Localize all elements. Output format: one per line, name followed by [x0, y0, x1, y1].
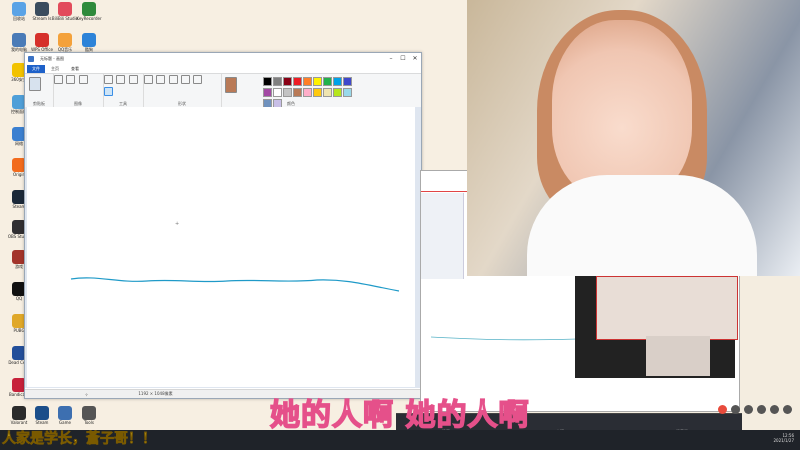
palette-swatch[interactable] — [343, 88, 352, 97]
obs-sidebar — [421, 193, 464, 279]
maximize-button[interactable]: ☐ — [397, 53, 409, 65]
crop-icon[interactable] — [66, 75, 76, 84]
app-icon[interactable] — [783, 405, 792, 414]
palette-swatch[interactable] — [303, 77, 312, 86]
palette-swatch[interactable] — [263, 77, 272, 86]
minimize-button[interactable]: – — [385, 53, 397, 65]
save-icon[interactable] — [28, 56, 34, 62]
shape-star-icon[interactable] — [193, 75, 203, 84]
palette-swatch[interactable] — [303, 88, 312, 97]
palette-swatch[interactable] — [313, 88, 322, 97]
group-clipboard: 剪贴板 — [25, 74, 54, 108]
group-colors: 颜色 — [221, 74, 361, 108]
close-button[interactable]: ✕ — [409, 53, 421, 65]
desktop-icon-label: KeyRecorder — [76, 16, 102, 21]
paint-window: 无标题 - 画图 – ☐ ✕ 文件 主页 查看 剪贴板 图像 工具 形状 颜色 … — [24, 52, 422, 399]
app-icon — [35, 2, 49, 16]
paint-titlebar: 无标题 - 画图 – ☐ ✕ — [25, 53, 421, 65]
shape-ellipse-icon[interactable] — [168, 75, 178, 84]
paint-title: 无标题 - 画图 — [40, 56, 64, 61]
tray-date: 2021/1/27 — [773, 438, 794, 443]
palette-swatch[interactable] — [263, 88, 272, 97]
shape-rect-icon[interactable] — [156, 75, 166, 84]
tab-view[interactable]: 查看 — [65, 66, 85, 72]
palette-swatch[interactable] — [333, 77, 342, 86]
shape-triangle-icon[interactable] — [180, 75, 190, 84]
svg-text:+: + — [175, 221, 179, 227]
webcam-face — [552, 20, 692, 200]
app-icon[interactable] — [718, 405, 727, 414]
tab-home[interactable]: 主页 — [45, 66, 65, 72]
pencil-icon[interactable] — [104, 75, 113, 84]
app-icon — [82, 2, 96, 16]
palette-swatch[interactable] — [333, 88, 342, 97]
ribbon: 剪贴板 图像 工具 形状 颜色 — [25, 73, 421, 109]
app-icon — [58, 406, 72, 420]
webcam-pip — [596, 276, 738, 340]
group-shapes: 形状 — [143, 74, 222, 108]
system-tray: 12:56 2021/1/27 — [773, 433, 794, 443]
brush-icon[interactable] — [104, 87, 113, 96]
webcam-feed — [467, 0, 800, 276]
palette-swatch[interactable] — [323, 88, 332, 97]
tab-file[interactable]: 文件 — [27, 65, 45, 73]
app-icon — [35, 406, 49, 420]
canvas-area: + — [25, 107, 421, 388]
palette-swatch[interactable] — [283, 88, 292, 97]
app-icon — [12, 33, 26, 47]
status-cursor-icon: ⊹ — [85, 391, 89, 397]
palette-swatch[interactable] — [323, 77, 332, 86]
app-icon[interactable] — [770, 405, 779, 414]
subtitle-caption: 她的人啊 她的人啊 — [269, 397, 530, 434]
app-icon — [58, 2, 72, 16]
palette-swatch[interactable] — [343, 77, 352, 86]
palette-swatch[interactable] — [293, 88, 302, 97]
palette-swatch[interactable] — [273, 77, 282, 86]
desktop-icon-label: Tools — [84, 420, 94, 425]
app-icon — [82, 33, 96, 47]
resize-icon[interactable] — [78, 75, 88, 84]
webcam-body — [527, 175, 757, 276]
palette-swatch[interactable] — [293, 77, 302, 86]
app-icon — [12, 406, 26, 420]
group-image: 图像 — [53, 74, 104, 108]
status-size: 1192 × 1048像素 — [138, 391, 173, 396]
select-icon[interactable] — [54, 75, 63, 84]
color1-swatch[interactable] — [225, 77, 237, 93]
app-icon[interactable] — [731, 405, 740, 414]
palette-swatch[interactable] — [313, 77, 322, 86]
stream-banner: 人家是学长，蒼子哥！！ — [2, 431, 157, 448]
palette-swatch[interactable] — [273, 88, 282, 97]
app-icon[interactable] — [744, 405, 753, 414]
app-icon — [12, 2, 26, 16]
app-icon — [35, 33, 49, 47]
app-icon — [58, 33, 72, 47]
app-icon — [82, 406, 96, 420]
paste-icon[interactable] — [29, 77, 41, 91]
obs-preview-line — [430, 336, 578, 341]
fill-icon[interactable] — [116, 75, 126, 84]
tray-icons — [718, 405, 792, 414]
desktop-icon[interactable]: KeyRecorder — [75, 2, 103, 30]
ribbon-tabs: 文件 主页 查看 — [25, 65, 421, 73]
drawing-canvas[interactable]: + — [27, 107, 415, 387]
group-tools: 工具 — [103, 74, 144, 108]
palette-swatch[interactable] — [283, 77, 292, 86]
app-icon[interactable] — [757, 405, 766, 414]
text-icon[interactable] — [128, 75, 138, 84]
webcam-pip-small — [646, 336, 710, 376]
shape-line-icon[interactable] — [144, 75, 153, 84]
brush-stroke: + — [70, 221, 400, 292]
